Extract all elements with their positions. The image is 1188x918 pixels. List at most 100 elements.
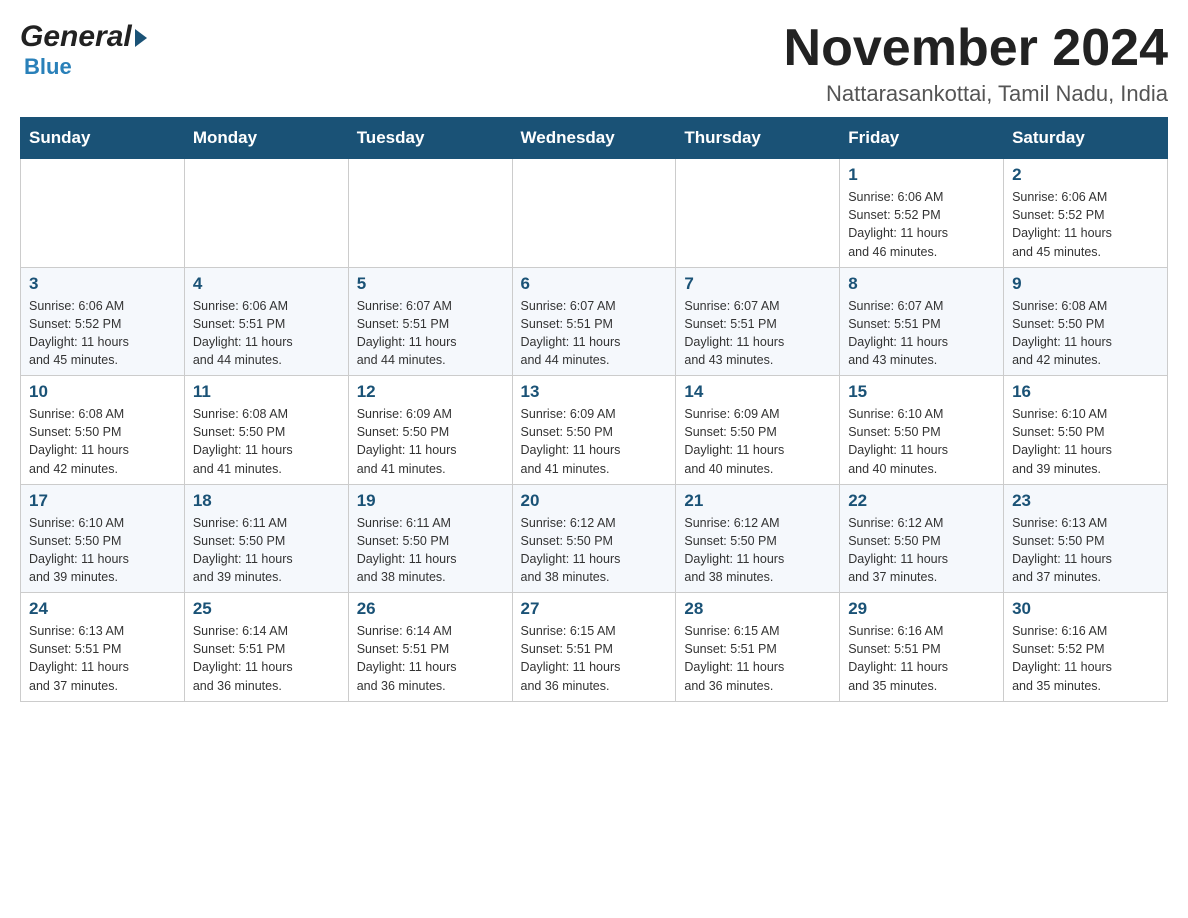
page-header: General Blue November 2024 Nattarasankot… (20, 20, 1168, 107)
logo-triangle-icon (135, 29, 147, 47)
calendar-cell (512, 159, 676, 268)
calendar-table: SundayMondayTuesdayWednesdayThursdayFrid… (20, 117, 1168, 702)
calendar-header-row: SundayMondayTuesdayWednesdayThursdayFrid… (21, 118, 1168, 159)
day-number: 25 (193, 599, 340, 619)
calendar-day-header: Monday (184, 118, 348, 159)
calendar-cell: 24 Sunrise: 6:13 AM Sunset: 5:51 PM Dayli… (21, 593, 185, 702)
calendar-week-row: 24 Sunrise: 6:13 AM Sunset: 5:51 PM Dayli… (21, 593, 1168, 702)
calendar-cell: 27Sunrise: 6:15 AM Sunset: 5:51 PM Dayli… (512, 593, 676, 702)
day-info: Sunrise: 6:15 AM Sunset: 5:51 PM Dayligh… (684, 622, 831, 695)
calendar-cell: 30Sunrise: 6:16 AM Sunset: 5:52 PM Dayli… (1004, 593, 1168, 702)
day-number: 2 (1012, 165, 1159, 185)
logo-general-text: General (20, 20, 132, 54)
calendar-week-row: 1 Sunrise: 6:06 AM Sunset: 5:52 PM Daylig… (21, 159, 1168, 268)
calendar-day-header: Friday (840, 118, 1004, 159)
calendar-cell: 12 Sunrise: 6:09 AM Sunset: 5:50 PM Dayli… (348, 376, 512, 485)
day-number: 29 (848, 599, 995, 619)
day-info: Sunrise: 6:13 AM Sunset: 5:50 PM Dayligh… (1012, 514, 1159, 587)
calendar-day-header: Sunday (21, 118, 185, 159)
day-info: Sunrise: 6:07 AM Sunset: 5:51 PM Dayligh… (848, 297, 995, 370)
day-info: Sunrise: 6:16 AM Sunset: 5:51 PM Dayligh… (848, 622, 995, 695)
calendar-cell: 3 Sunrise: 6:06 AM Sunset: 5:52 PM Daylig… (21, 267, 185, 376)
calendar-cell: 25 Sunrise: 6:14 AM Sunset: 5:51 PM Dayli… (184, 593, 348, 702)
calendar-cell: 16 Sunrise: 6:10 AM Sunset: 5:50 PM Dayli… (1004, 376, 1168, 485)
day-number: 3 (29, 274, 176, 294)
day-info: Sunrise: 6:06 AM Sunset: 5:52 PM Dayligh… (29, 297, 176, 370)
calendar-cell: 11 Sunrise: 6:08 AM Sunset: 5:50 PM Dayli… (184, 376, 348, 485)
calendar-cell: 7 Sunrise: 6:07 AM Sunset: 5:51 PM Daylig… (676, 267, 840, 376)
day-info: Sunrise: 6:09 AM Sunset: 5:50 PM Dayligh… (357, 405, 504, 478)
day-info: Sunrise: 6:07 AM Sunset: 5:51 PM Dayligh… (684, 297, 831, 370)
calendar-cell: 20Sunrise: 6:12 AM Sunset: 5:50 PM Dayli… (512, 484, 676, 593)
calendar-week-row: 17 Sunrise: 6:10 AM Sunset: 5:50 PM Dayli… (21, 484, 1168, 593)
calendar-day-header: Wednesday (512, 118, 676, 159)
calendar-cell: 22Sunrise: 6:12 AM Sunset: 5:50 PM Dayli… (840, 484, 1004, 593)
day-info: Sunrise: 6:06 AM Sunset: 5:51 PM Dayligh… (193, 297, 340, 370)
day-info: Sunrise: 6:06 AM Sunset: 5:52 PM Dayligh… (848, 188, 995, 261)
day-number: 9 (1012, 274, 1159, 294)
calendar-cell (184, 159, 348, 268)
day-number: 27 (521, 599, 668, 619)
day-info: Sunrise: 6:11 AM Sunset: 5:50 PM Dayligh… (193, 514, 340, 587)
calendar-cell (21, 159, 185, 268)
day-number: 1 (848, 165, 995, 185)
day-info: Sunrise: 6:11 AM Sunset: 5:50 PM Dayligh… (357, 514, 504, 587)
calendar-cell: 5 Sunrise: 6:07 AM Sunset: 5:51 PM Daylig… (348, 267, 512, 376)
day-info: Sunrise: 6:10 AM Sunset: 5:50 PM Dayligh… (29, 514, 176, 587)
day-info: Sunrise: 6:09 AM Sunset: 5:50 PM Dayligh… (521, 405, 668, 478)
day-info: Sunrise: 6:09 AM Sunset: 5:50 PM Dayligh… (684, 405, 831, 478)
day-number: 28 (684, 599, 831, 619)
day-info: Sunrise: 6:10 AM Sunset: 5:50 PM Dayligh… (1012, 405, 1159, 478)
day-number: 17 (29, 491, 176, 511)
day-number: 10 (29, 382, 176, 402)
day-info: Sunrise: 6:07 AM Sunset: 5:51 PM Dayligh… (357, 297, 504, 370)
day-info: Sunrise: 6:07 AM Sunset: 5:51 PM Dayligh… (521, 297, 668, 370)
calendar-cell (676, 159, 840, 268)
calendar-cell: 19Sunrise: 6:11 AM Sunset: 5:50 PM Dayli… (348, 484, 512, 593)
day-info: Sunrise: 6:08 AM Sunset: 5:50 PM Dayligh… (193, 405, 340, 478)
calendar-cell: 13 Sunrise: 6:09 AM Sunset: 5:50 PM Dayli… (512, 376, 676, 485)
calendar-cell: 6 Sunrise: 6:07 AM Sunset: 5:51 PM Daylig… (512, 267, 676, 376)
calendar-cell: 9 Sunrise: 6:08 AM Sunset: 5:50 PM Daylig… (1004, 267, 1168, 376)
day-info: Sunrise: 6:08 AM Sunset: 5:50 PM Dayligh… (1012, 297, 1159, 370)
day-number: 13 (521, 382, 668, 402)
logo: General Blue (20, 20, 147, 78)
day-number: 4 (193, 274, 340, 294)
calendar-cell: 17 Sunrise: 6:10 AM Sunset: 5:50 PM Dayli… (21, 484, 185, 593)
calendar-cell: 10 Sunrise: 6:08 AM Sunset: 5:50 PM Dayli… (21, 376, 185, 485)
calendar-day-header: Saturday (1004, 118, 1168, 159)
day-number: 26 (357, 599, 504, 619)
day-number: 24 (29, 599, 176, 619)
page-subtitle: Nattarasankottai, Tamil Nadu, India (784, 81, 1168, 107)
calendar-cell: 21Sunrise: 6:12 AM Sunset: 5:50 PM Dayli… (676, 484, 840, 593)
calendar-cell: 4 Sunrise: 6:06 AM Sunset: 5:51 PM Daylig… (184, 267, 348, 376)
day-number: 5 (357, 274, 504, 294)
day-info: Sunrise: 6:10 AM Sunset: 5:50 PM Dayligh… (848, 405, 995, 478)
day-number: 11 (193, 382, 340, 402)
calendar-cell: 8 Sunrise: 6:07 AM Sunset: 5:51 PM Daylig… (840, 267, 1004, 376)
day-number: 16 (1012, 382, 1159, 402)
calendar-cell: 2 Sunrise: 6:06 AM Sunset: 5:52 PM Daylig… (1004, 159, 1168, 268)
day-number: 12 (357, 382, 504, 402)
day-number: 8 (848, 274, 995, 294)
day-number: 6 (521, 274, 668, 294)
calendar-cell: 26Sunrise: 6:14 AM Sunset: 5:51 PM Dayli… (348, 593, 512, 702)
calendar-cell: 14 Sunrise: 6:09 AM Sunset: 5:50 PM Dayli… (676, 376, 840, 485)
calendar-cell: 1 Sunrise: 6:06 AM Sunset: 5:52 PM Daylig… (840, 159, 1004, 268)
day-number: 18 (193, 491, 340, 511)
day-number: 14 (684, 382, 831, 402)
day-info: Sunrise: 6:06 AM Sunset: 5:52 PM Dayligh… (1012, 188, 1159, 261)
day-number: 7 (684, 274, 831, 294)
day-info: Sunrise: 6:13 AM Sunset: 5:51 PM Dayligh… (29, 622, 176, 695)
day-info: Sunrise: 6:12 AM Sunset: 5:50 PM Dayligh… (521, 514, 668, 587)
logo-blue-text: Blue (24, 56, 72, 78)
day-info: Sunrise: 6:08 AM Sunset: 5:50 PM Dayligh… (29, 405, 176, 478)
day-info: Sunrise: 6:14 AM Sunset: 5:51 PM Dayligh… (193, 622, 340, 695)
calendar-week-row: 3 Sunrise: 6:06 AM Sunset: 5:52 PM Daylig… (21, 267, 1168, 376)
page-title: November 2024 (784, 20, 1168, 77)
calendar-week-row: 10 Sunrise: 6:08 AM Sunset: 5:50 PM Dayli… (21, 376, 1168, 485)
day-number: 21 (684, 491, 831, 511)
day-info: Sunrise: 6:16 AM Sunset: 5:52 PM Dayligh… (1012, 622, 1159, 695)
calendar-cell: 15Sunrise: 6:10 AM Sunset: 5:50 PM Dayli… (840, 376, 1004, 485)
calendar-cell (348, 159, 512, 268)
